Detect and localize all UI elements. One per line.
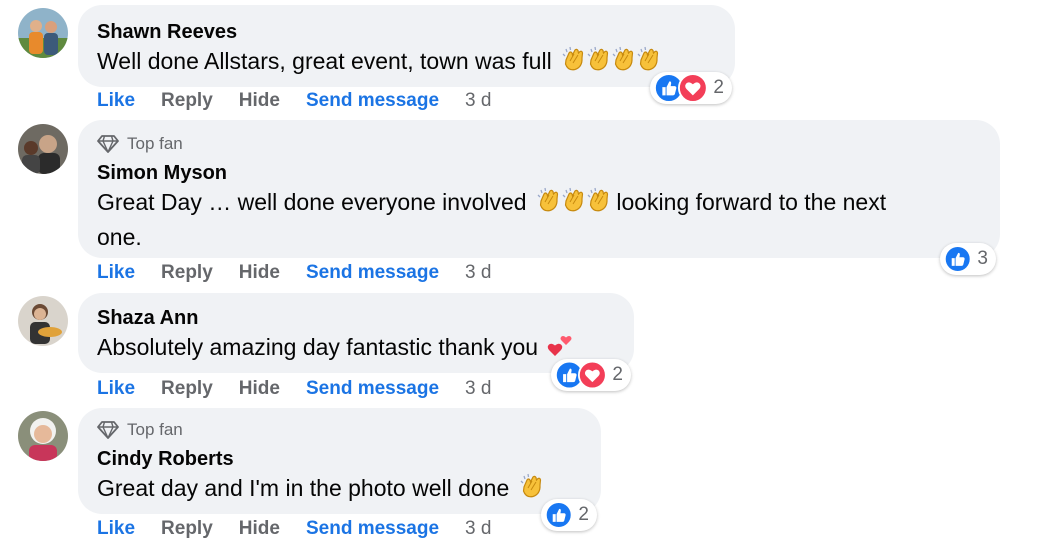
reaction-count: 2 [612, 364, 623, 385]
clapping-hands-emoji [535, 186, 610, 222]
hide-button[interactable]: Hide [239, 262, 280, 284]
comment-text: Great day and I'm in the photo well done [97, 472, 582, 508]
comment-body-continued: looking forward to the next [616, 189, 887, 215]
timestamp[interactable]: 3 d [465, 262, 491, 284]
love-reaction-icon [678, 73, 708, 103]
hide-button[interactable]: Hide [239, 378, 280, 400]
like-button[interactable]: Like [97, 378, 135, 400]
comment-body-line2: one. [97, 224, 142, 250]
send-message-button[interactable]: Send message [306, 378, 439, 400]
like-button[interactable]: Like [97, 518, 135, 540]
diamond-icon [97, 420, 119, 440]
comment-author[interactable]: Shaza Ann [97, 305, 615, 331]
comment-author[interactable]: Shawn Reeves [97, 19, 716, 45]
timestamp[interactable]: 3 d [465, 90, 491, 112]
comment-author[interactable]: Simon Myson [97, 160, 981, 186]
clapping-hands-emoji [560, 45, 660, 81]
hide-button[interactable]: Hide [239, 518, 280, 540]
comment-bubble: Shaza Ann Absolutely amazing day fantast… [78, 293, 634, 373]
top-fan-badge: Top fan [97, 134, 981, 154]
send-message-button[interactable]: Send message [306, 262, 439, 284]
comment-bubble: Top fan Simon Myson Great Day … well don… [78, 120, 1000, 258]
love-reaction-icon [578, 360, 607, 390]
comment-actions: Like Reply Hide Send message 3 d [97, 90, 517, 112]
reply-button[interactable]: Reply [161, 90, 213, 112]
comment-actions: Like Reply Hide Send message 3 d [97, 262, 517, 284]
comment-bubble: Shawn Reeves Well done Allstars, great e… [78, 5, 735, 87]
avatar[interactable] [18, 8, 68, 58]
avatar[interactable] [18, 296, 68, 346]
clapping-hands-emoji [518, 472, 543, 508]
avatar[interactable] [18, 124, 68, 174]
reaction-summary[interactable]: 2 [541, 499, 597, 531]
reaction-count: 2 [713, 77, 724, 98]
send-message-button[interactable]: Send message [306, 518, 439, 540]
timestamp[interactable]: 3 d [465, 378, 491, 400]
reaction-summary[interactable]: 2 [650, 72, 732, 104]
hide-button[interactable]: Hide [239, 90, 280, 112]
like-reaction-icon [944, 244, 971, 274]
send-message-button[interactable]: Send message [306, 90, 439, 112]
reaction-summary[interactable]: 3 [940, 243, 996, 275]
comment-text: Well done Allstars, great event, town wa… [97, 45, 716, 81]
diamond-icon [97, 134, 119, 154]
comment-text: Absolutely amazing day fantastic thank y… [97, 331, 615, 367]
comment-body: Great day and I'm in the photo well done [97, 475, 510, 501]
comment-bubble: Top fan Cindy Roberts Great day and I'm … [78, 408, 601, 514]
reply-button[interactable]: Reply [161, 378, 213, 400]
top-fan-badge: Top fan [97, 420, 582, 440]
reaction-summary[interactable]: 2 [551, 359, 631, 391]
comment-actions: Like Reply Hide Send message 3 d [97, 378, 517, 400]
avatar[interactable] [18, 411, 68, 461]
comment-body: Absolutely amazing day fantastic thank y… [97, 334, 539, 360]
like-reaction-icon [545, 500, 572, 530]
badge-label: Top fan [127, 134, 183, 153]
reply-button[interactable]: Reply [161, 262, 213, 284]
comment-body: Well done Allstars, great event, town wa… [97, 48, 552, 74]
like-button[interactable]: Like [97, 90, 135, 112]
comment-text: Great Day … well done everyone involved … [97, 186, 981, 253]
reaction-count: 2 [578, 504, 589, 525]
comment-body: Great Day … well done everyone involved [97, 189, 527, 215]
timestamp[interactable]: 3 d [465, 518, 491, 540]
reaction-count: 3 [977, 248, 988, 269]
like-button[interactable]: Like [97, 262, 135, 284]
badge-label: Top fan [127, 420, 183, 439]
reply-button[interactable]: Reply [161, 518, 213, 540]
comment-author[interactable]: Cindy Roberts [97, 446, 582, 472]
comment-actions: Like Reply Hide Send message 3 d [97, 518, 517, 540]
